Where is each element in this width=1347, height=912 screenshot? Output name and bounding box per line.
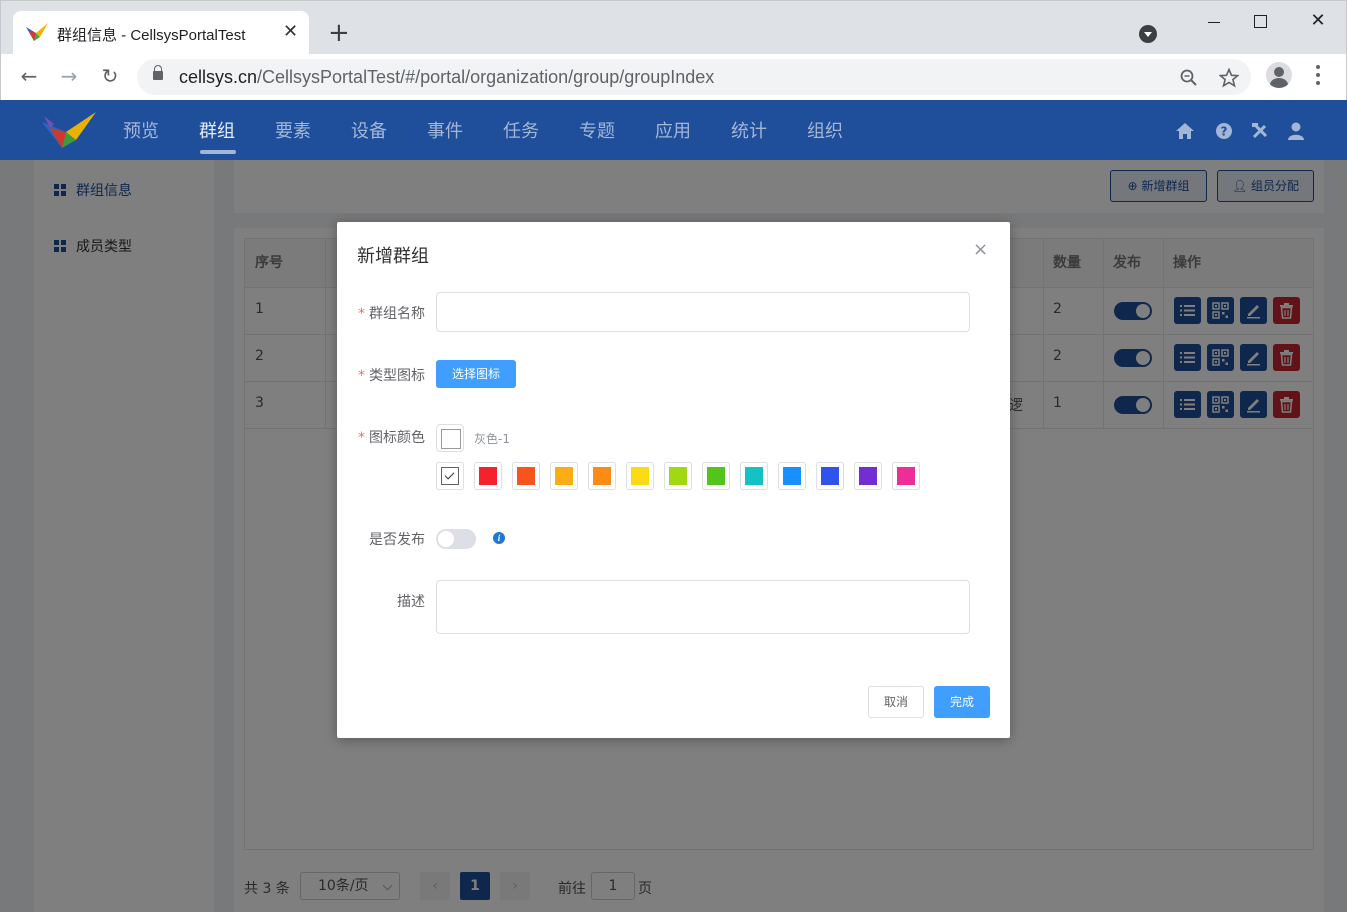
zoom-icon[interactable]	[1180, 69, 1198, 87]
window-close-button[interactable]: ✕	[1295, 9, 1341, 35]
color-swatch[interactable]	[892, 462, 920, 490]
reload-icon[interactable]: ↻	[97, 63, 123, 89]
lock-icon	[153, 65, 163, 80]
color-swatch[interactable]	[702, 462, 730, 490]
window-minimize-button[interactable]	[1191, 9, 1237, 35]
dialog-title: 新增群组	[357, 246, 429, 267]
description-label: 描述	[397, 594, 425, 610]
svg-text:?: ?	[1221, 125, 1228, 139]
browser-tab[interactable]: 群组信息 - CellsysPortalTest ✕	[13, 11, 309, 55]
nav-organization[interactable]: 组织	[807, 117, 843, 143]
current-color-swatch	[436, 424, 464, 452]
tools-icon[interactable]	[1250, 121, 1270, 141]
color-swatch[interactable]	[588, 462, 616, 490]
icon-color-label: * 图标颜色	[358, 430, 425, 446]
tab-search-icon[interactable]	[1139, 25, 1157, 43]
new-tab-button[interactable]: +	[328, 20, 350, 46]
help-icon[interactable]: ?	[1214, 121, 1234, 141]
nav-devices[interactable]: 设备	[351, 117, 387, 143]
nav-topics[interactable]: 专题	[579, 117, 615, 143]
home-icon[interactable]	[1175, 121, 1195, 141]
color-swatch[interactable]	[512, 462, 540, 490]
forward-icon[interactable]: →	[56, 63, 82, 89]
bookmark-star-icon[interactable]	[1219, 68, 1239, 88]
cancel-button[interactable]: 取消	[868, 686, 924, 718]
site-logo-icon	[26, 23, 48, 41]
info-icon[interactable]: i	[493, 532, 505, 544]
current-color-name: 灰色-1	[474, 432, 510, 446]
app-header: 预览 群组 要素 设备 事件 任务 专题 应用 统计 组织 ?	[0, 100, 1347, 160]
nav-apps[interactable]: 应用	[655, 117, 691, 143]
url-field[interactable]: cellsys.cn/CellsysPortalTest/#/portal/or…	[137, 59, 1251, 95]
color-swatch[interactable]	[436, 462, 464, 490]
color-swatch[interactable]	[626, 462, 654, 490]
profile-avatar[interactable]	[1266, 62, 1292, 88]
nav-statistics[interactable]: 统计	[731, 117, 767, 143]
address-bar: ← → ↻ cellsys.cn/CellsysPortalTest/#/por…	[0, 54, 1347, 100]
color-swatch[interactable]	[778, 462, 806, 490]
color-swatch[interactable]	[740, 462, 768, 490]
close-icon[interactable]: ×	[973, 240, 988, 260]
group-name-label: * 群组名称	[358, 306, 425, 322]
app-logo	[42, 112, 96, 148]
browser-tab-strip: 群组信息 - CellsysPortalTest ✕ + ✕	[0, 0, 1347, 55]
window-maximize-button[interactable]	[1237, 9, 1283, 35]
nav-group[interactable]: 群组	[199, 117, 235, 143]
tab-close-icon[interactable]: ✕	[283, 22, 298, 42]
color-swatch[interactable]	[816, 462, 844, 490]
nav-events[interactable]: 事件	[427, 117, 463, 143]
nav-preview[interactable]: 预览	[123, 117, 159, 143]
add-group-dialog: 新增群组 × * 群组名称 * 类型图标 选择图标 * 图标颜色 灰色-1 是否发布 …	[337, 222, 1010, 738]
browser-menu-icon[interactable]	[1310, 64, 1326, 86]
description-textarea[interactable]	[436, 580, 970, 634]
color-swatch[interactable]	[474, 462, 502, 490]
url-text: cellsys.cn/CellsysPortalTest/#/portal/or…	[179, 67, 715, 87]
nav-tasks[interactable]: 任务	[503, 117, 539, 143]
tab-title: 群组信息 - CellsysPortalTest	[57, 27, 246, 44]
group-name-input[interactable]	[436, 292, 970, 332]
color-swatch[interactable]	[664, 462, 692, 490]
user-icon[interactable]	[1286, 121, 1306, 141]
color-swatch[interactable]	[550, 462, 578, 490]
choose-icon-button[interactable]: 选择图标	[436, 360, 516, 388]
color-swatch[interactable]	[854, 462, 882, 490]
active-nav-indicator	[200, 150, 236, 154]
publish-label: 是否发布	[369, 532, 425, 548]
confirm-button[interactable]: 完成	[934, 686, 990, 718]
type-icon-label: * 类型图标	[358, 368, 425, 384]
nav-elements[interactable]: 要素	[275, 117, 311, 143]
back-icon[interactable]: ←	[16, 63, 42, 89]
publish-switch[interactable]	[436, 529, 476, 549]
